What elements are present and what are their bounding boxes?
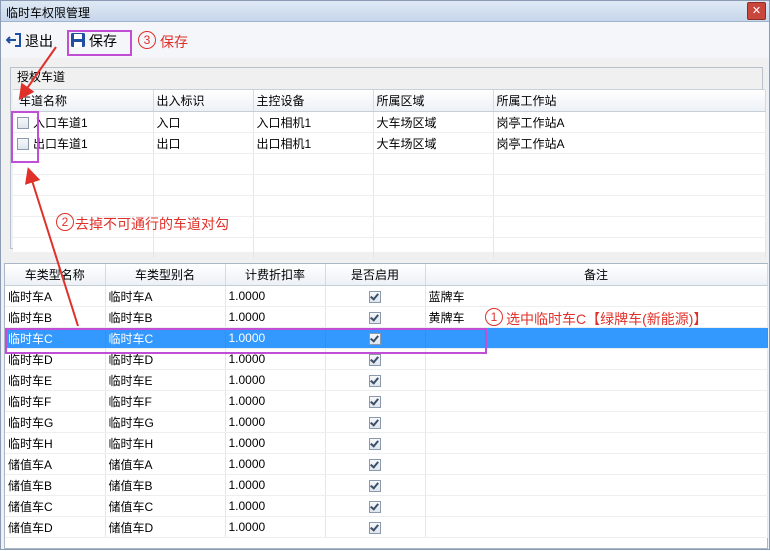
annotation-arrows xyxy=(18,46,79,327)
step3-circle: 3 xyxy=(138,31,156,49)
arrow-to-lanes xyxy=(18,46,57,101)
arrow-to-lane-checkboxes xyxy=(24,167,79,327)
step1-text: 选中临时车C【绿牌车(新能源)】 xyxy=(506,311,708,327)
step2-circle: 2 xyxy=(56,213,74,231)
step1-circle: 1 xyxy=(485,308,503,326)
dialog-window: 临时车权限管理 ✕ 退出 保存 授权车道 车道名称 出入标识 主控设备 所属区域… xyxy=(0,0,770,550)
step2-text: 去掉不可通行的车道对勾 xyxy=(75,216,229,232)
step3-text: 保存 xyxy=(160,34,188,50)
